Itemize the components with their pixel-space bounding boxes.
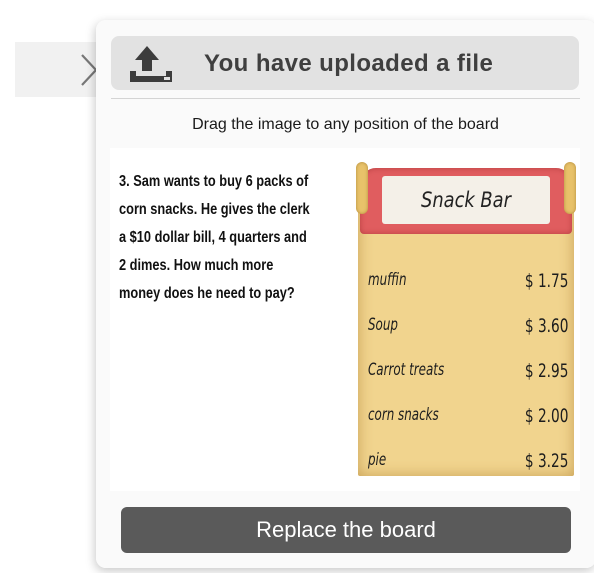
menu-item: Carrot treats $ 2.95	[368, 360, 568, 405]
upload-icon	[130, 46, 172, 82]
menu-sign: Snack Bar	[356, 162, 576, 234]
drag-instruction: Drag the image to any position of the bo…	[192, 116, 499, 133]
menu-item-name: pie	[368, 450, 387, 470]
menu-item-name: muffin	[368, 270, 407, 290]
upload-panel-body: You have uploaded a file Drag the image …	[96, 20, 594, 568]
menu-sign-plate: Snack Bar	[382, 176, 550, 224]
divider	[111, 98, 580, 99]
menu-items-list: muffin $ 1.75 Soup $ 3.60 Carrot treats …	[368, 270, 568, 495]
menu-item-name: Carrot treats	[368, 360, 445, 380]
upload-panel: You have uploaded a file Drag the image …	[96, 20, 594, 568]
menu-item-name: corn snacks	[368, 405, 439, 425]
sign-post-left	[356, 162, 368, 214]
menu-item-name: Soup	[368, 315, 398, 335]
menu-title: Snack Bar	[421, 188, 511, 212]
replace-board-button[interactable]: Replace the board	[121, 507, 571, 553]
sign-post-right	[564, 162, 576, 214]
menu-item: pie $ 3.25	[368, 450, 568, 495]
menu-item: corn snacks $ 2.00	[368, 405, 568, 450]
upload-status-title: You have uploaded a file	[204, 50, 494, 77]
menu-item-price: $ 1.75	[524, 270, 568, 292]
menu-item-price: $ 3.60	[524, 315, 568, 337]
menu-item: muffin $ 1.75	[368, 270, 568, 315]
menu-item-price: $ 2.00	[524, 405, 568, 427]
uploaded-board-image[interactable]: 3. Sam wants to buy 6 packs of corn snac…	[110, 148, 580, 491]
upload-status-header: You have uploaded a file	[111, 36, 579, 90]
menu-item-price: $ 2.95	[524, 360, 568, 382]
menu-item-price: $ 3.25	[524, 450, 568, 472]
question-text: 3. Sam wants to buy 6 packs of corn snac…	[119, 173, 310, 302]
snack-bar-menu-illustration: muffin $ 1.75 Soup $ 3.60 Carrot treats …	[356, 162, 576, 478]
menu-item: Soup $ 3.60	[368, 315, 568, 360]
